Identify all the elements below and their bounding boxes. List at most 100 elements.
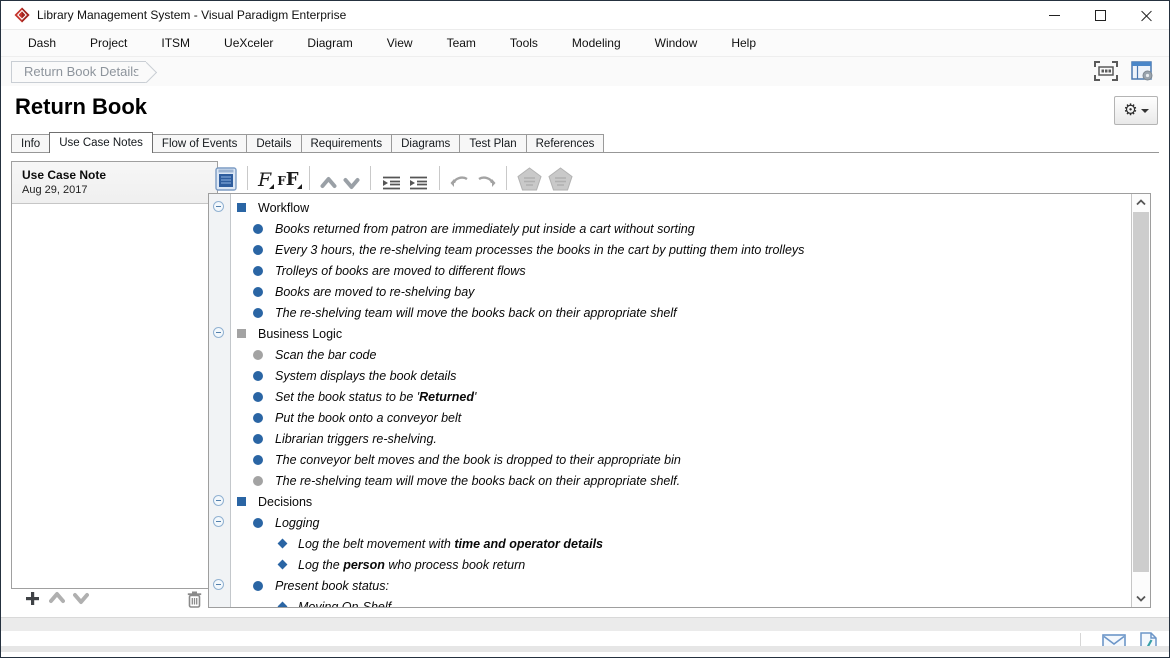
outline-row[interactable]: Put the book onto a conveyor belt	[209, 407, 1130, 428]
menu-help[interactable]: Help	[714, 31, 773, 55]
tab-details[interactable]: Details	[246, 134, 301, 152]
outdent-icon	[381, 175, 402, 191]
menu-tools[interactable]: Tools	[493, 31, 555, 55]
outline-row[interactable]: Every 3 hours, the re-shelving team proc…	[209, 239, 1130, 260]
bullet-circle-icon	[253, 455, 263, 465]
scroll-down-button[interactable]	[1132, 590, 1150, 607]
tab-use-case-notes[interactable]: Use Case Notes	[49, 132, 153, 153]
chevron-up-icon	[320, 175, 337, 191]
actions-menu-button[interactable]: ⚙	[1114, 96, 1158, 125]
bullet-circle-icon	[253, 224, 263, 234]
bullet-circle-icon	[253, 476, 263, 486]
chevron-down-icon	[343, 175, 360, 191]
collapse-toggle-icon[interactable]	[213, 516, 224, 527]
breadcrumb-label: Return Book Details	[24, 64, 140, 79]
outline-text: The conveyor belt moves and the book is …	[275, 453, 681, 467]
toolbar-separator	[370, 166, 371, 190]
bullet-circle-icon	[253, 287, 263, 297]
outline-row[interactable]: The re-shelving team will move the books…	[209, 302, 1130, 323]
outline-row[interactable]: Librarian triggers re-shelving.	[209, 428, 1130, 449]
outline-row[interactable]: Logging	[209, 512, 1130, 533]
menu-itsm[interactable]: ITSM	[144, 31, 207, 55]
outline-row[interactable]: Scan the bar code	[209, 344, 1130, 365]
vertical-scrollbar[interactable]	[1131, 194, 1150, 607]
collapse-toggle-icon[interactable]	[213, 579, 224, 590]
close-button[interactable]	[1123, 1, 1169, 29]
note-editor[interactable]: Workflow Books returned from patron are i…	[208, 193, 1151, 608]
scroll-up-icon	[1136, 199, 1146, 206]
outline-row[interactable]: Log the person who process book return	[209, 554, 1130, 575]
move-note-up-button[interactable]	[49, 591, 65, 607]
collapse-toggle-icon[interactable]	[213, 327, 224, 338]
panel-layout-icon	[1131, 61, 1154, 82]
scroll-down-icon	[1136, 595, 1146, 602]
scrollbar-thumb[interactable]	[1133, 212, 1149, 572]
add-note-button[interactable]	[25, 591, 41, 607]
note-list-item[interactable]: Use Case Note Aug 29, 2017	[12, 162, 217, 204]
menu-window[interactable]: Window	[638, 31, 715, 55]
menu-dash[interactable]: Dash	[11, 31, 73, 55]
bullet-circle-icon	[253, 350, 263, 360]
move-note-down-button[interactable]	[73, 591, 89, 607]
undo-button[interactable]	[447, 165, 473, 191]
breadcrumb[interactable]: Return Book Details	[11, 61, 146, 83]
tab-references[interactable]: References	[526, 134, 605, 152]
delete-note-button[interactable]	[187, 591, 203, 607]
outline-row[interactable]: Books returned from patron are immediate…	[209, 218, 1130, 239]
outline-row[interactable]: Log the belt movement with time and oper…	[209, 533, 1130, 554]
outline-row[interactable]: Workflow	[209, 197, 1130, 218]
menu-uexceler[interactable]: UeXceler	[207, 31, 290, 55]
outline-row[interactable]: Set the book status to be 'Returned'	[209, 386, 1130, 407]
open-note-editor-button[interactable]	[212, 165, 240, 191]
indent-button[interactable]	[405, 165, 432, 191]
outdent-button[interactable]	[378, 165, 405, 191]
dropdown-corner-icon	[297, 184, 302, 189]
tab-diagrams[interactable]: Diagrams	[391, 134, 460, 152]
move-item-down-button[interactable]	[340, 165, 363, 191]
menu-team[interactable]: Team	[430, 31, 493, 55]
outline-row[interactable]: The conveyor belt moves and the book is …	[209, 449, 1130, 470]
pentagon-icon	[548, 167, 573, 191]
outline-text: Workflow	[258, 201, 309, 215]
menu-diagram[interactable]: Diagram	[290, 31, 369, 55]
pentagon-icon	[517, 167, 542, 191]
outline-row[interactable]: System displays the book details	[209, 365, 1130, 386]
status-bar	[1, 631, 1169, 653]
scroll-up-button[interactable]	[1132, 194, 1150, 211]
outline-text: Books returned from patron are immediate…	[275, 222, 695, 236]
tab-requirements[interactable]: Requirements	[301, 134, 393, 152]
outline-row[interactable]: Business Logic	[209, 323, 1130, 344]
breadcrumb-row: Return Book Details	[1, 56, 1169, 86]
outline-row[interactable]: Decisions	[209, 491, 1130, 512]
toolbar-separator	[247, 166, 248, 190]
font-size-button[interactable]: F F	[274, 165, 301, 191]
collapse-toggle-icon[interactable]	[213, 495, 224, 506]
font-style-button[interactable]: F	[255, 165, 274, 191]
minimize-button[interactable]	[1031, 1, 1077, 29]
outline-row[interactable]: Moving On-Shelf	[209, 596, 1130, 608]
outline-row[interactable]: Present book status:	[209, 575, 1130, 596]
menu-project[interactable]: Project	[73, 31, 144, 55]
tab-test-plan[interactable]: Test Plan	[459, 134, 526, 152]
collapse-toggle-icon[interactable]	[213, 201, 224, 212]
fit-region-button[interactable]	[1093, 60, 1119, 82]
bullet-square-icon	[237, 203, 246, 212]
maximize-button[interactable]	[1077, 1, 1123, 29]
convert-to-shape-alt-button[interactable]	[545, 165, 576, 191]
minimize-icon	[1049, 15, 1060, 16]
tab-info[interactable]: Info	[11, 134, 50, 152]
outline-row[interactable]: The re-shelving team will move the books…	[209, 470, 1130, 491]
notes-actions-bar	[11, 591, 218, 609]
convert-to-shape-button[interactable]	[514, 165, 545, 191]
panel-layout-button[interactable]	[1129, 60, 1155, 82]
tab-strip: InfoUse Case NotesFlow of EventsDetailsR…	[11, 131, 1159, 153]
menu-modeling[interactable]: Modeling	[555, 31, 638, 55]
outline-row[interactable]: Books are moved to re-shelving bay	[209, 281, 1130, 302]
move-item-up-button[interactable]	[317, 165, 340, 191]
redo-button[interactable]	[473, 165, 499, 191]
tab-flow-of-events[interactable]: Flow of Events	[152, 134, 247, 152]
menu-view[interactable]: View	[370, 31, 430, 55]
outline-row[interactable]: Trolleys of books are moved to different…	[209, 260, 1130, 281]
toolbar-separator	[439, 166, 440, 190]
title-bar: Library Management System - Visual Parad…	[1, 1, 1169, 30]
